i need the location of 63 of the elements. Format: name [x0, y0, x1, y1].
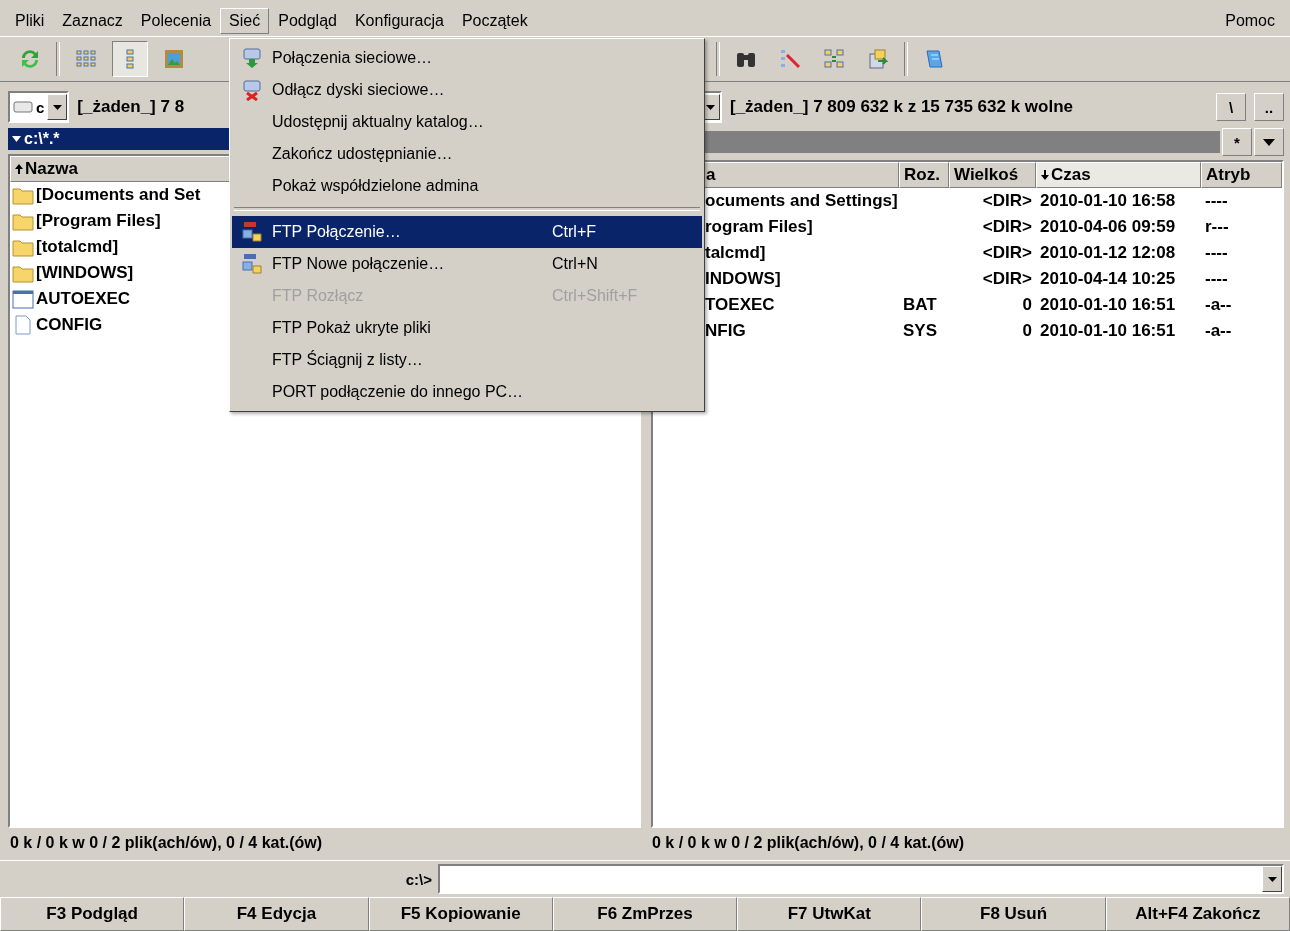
file-name[interactable]: CONFIG [36, 315, 103, 335]
dropdown-item[interactable]: Odłącz dyski sieciowe… [232, 74, 702, 106]
file-extension: BAT [903, 295, 937, 314]
dropdown-item[interactable]: Połączenia sieciowe… [232, 42, 702, 74]
status-text: 0 k / 0 k w 0 / 2 plik(ach/ów), 0 / 4 kat.(ów) [10, 834, 324, 853]
function-key-button[interactable]: F7 UtwKat [737, 897, 922, 931]
file-time: 2010-04-14 10:25 [1040, 269, 1176, 288]
file-name[interactable]: [totalcmd] [36, 237, 119, 257]
file-size: 0 [1022, 295, 1032, 314]
drive-dropdown[interactable]: c [8, 91, 70, 123]
file-size: <DIR> [982, 191, 1032, 210]
dropdown-item[interactable]: FTP Pokaż ukryte pliki [232, 312, 702, 344]
file-name[interactable]: [Documents and Set [36, 185, 201, 205]
menu-item[interactable]: Polecenia [131, 8, 221, 34]
file-size: <DIR> [982, 243, 1032, 262]
menu-item[interactable]: Konfiguracja [345, 8, 453, 34]
column-header[interactable]: Czas [1036, 162, 1201, 188]
file-time: 2010-01-10 16:51 [1040, 321, 1176, 340]
menu-item[interactable]: Początek [452, 8, 537, 34]
menu-item[interactable]: Sieć [220, 8, 270, 34]
file-time: 2010-01-10 16:58 [1040, 191, 1176, 210]
file-attributes: ---- [1205, 191, 1228, 210]
dropdown-item[interactable]: PORT podłączenie do innego PC… [232, 376, 702, 408]
dropdown-item[interactable]: Udostępnij aktualny katalog… [232, 106, 702, 138]
file-time: 2010-04-06 09:59 [1040, 217, 1176, 236]
function-key-button[interactable]: F3 Podgląd [0, 897, 185, 931]
menu-item[interactable]: Zaznacz [53, 8, 132, 34]
root-button[interactable]: \ [1216, 93, 1246, 121]
file-attributes: -a-- [1205, 321, 1232, 340]
file-attributes: ---- [1205, 243, 1228, 262]
menu-item[interactable]: Pliki [6, 8, 54, 34]
file-time: 2010-01-12 12:08 [1040, 243, 1176, 262]
column-header[interactable]: Roz. [899, 162, 949, 188]
function-key-button[interactable]: F4 Edycja [184, 897, 369, 931]
file-time: 2010-01-10 16:51 [1040, 295, 1176, 314]
file-attributes: -a-- [1205, 295, 1232, 314]
status-text: 0 k / 0 k w 0 / 2 plik(ach/ów), 0 / 4 kat.(ów) [652, 834, 966, 853]
dropdown-item[interactable]: FTP Nowe połączenie… Ctrl+N [232, 248, 702, 280]
file-size: 0 [1022, 321, 1032, 340]
file-name[interactable]: [Program Files] [36, 211, 161, 231]
filter-button[interactable]: * [1222, 128, 1252, 156]
column-header[interactable]: Atryb [1201, 162, 1282, 188]
file-extension: SYS [903, 321, 938, 340]
file-name[interactable]: [WINDOWS] [36, 263, 134, 283]
free-space-label: [_żaden_] 7 809 632 k z 15 735 632 k wolne [730, 97, 1074, 117]
menu-item[interactable]: Pomoc [1216, 8, 1284, 34]
parent-button[interactable]: .. [1254, 93, 1284, 121]
function-key-button[interactable]: F8 Usuń [921, 897, 1106, 931]
path-text: c:\*.* [24, 130, 60, 148]
column-header[interactable]: Wielkoś [949, 162, 1036, 188]
file-attributes: r--- [1205, 217, 1229, 236]
file-attributes: ---- [1205, 269, 1228, 288]
dropdown-item[interactable]: FTP Połączenie… Ctrl+F [232, 216, 702, 248]
function-key-button[interactable]: F6 ZmPrzes [552, 897, 738, 931]
menu-item[interactable]: Podgląd [269, 8, 346, 34]
function-key-button[interactable]: F5 Kopiowanie [368, 897, 553, 931]
dropdown-item[interactable]: FTP Ściągnij z listy… [232, 344, 702, 376]
file-size: <DIR> [982, 217, 1032, 236]
command-prompt: c:\> [405, 870, 432, 888]
function-key-button[interactable]: Alt+F4 Zakończ [1105, 897, 1290, 931]
file-size: <DIR> [982, 269, 1032, 288]
file-name[interactable]: AUTOEXEC [36, 289, 131, 309]
free-space-label: [_żaden_] 7 8 [77, 97, 185, 117]
